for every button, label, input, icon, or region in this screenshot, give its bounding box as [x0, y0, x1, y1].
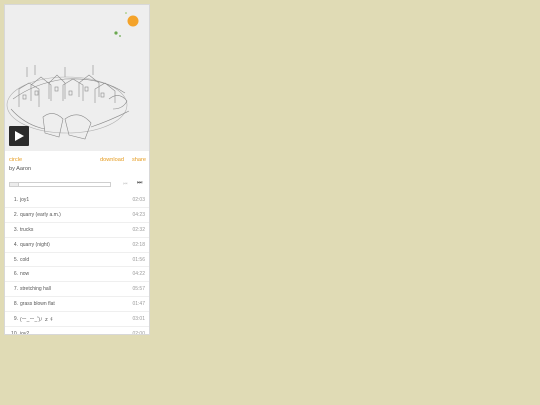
- track-num: 7.: [13, 286, 18, 293]
- track-name: (ー_ー_ ゚)ﾉ ｚ ｷ: [20, 317, 53, 324]
- track-dur: 02:03: [132, 197, 145, 203]
- track-num: 9.: [13, 316, 18, 323]
- track-row[interactable]: 10. joy2 02:00: [5, 327, 149, 335]
- play-button[interactable]: [9, 126, 29, 146]
- track-row[interactable]: 7. stretching hall 05:57: [5, 282, 149, 298]
- track-num: 3.: [13, 226, 18, 233]
- track-name: now: [20, 271, 30, 278]
- track-num: 4.: [13, 241, 18, 248]
- track-row[interactable]: 6. now 04:22: [5, 267, 149, 283]
- track-row[interactable]: 8. grass blown flat 01:47: [5, 297, 149, 313]
- artist-name: by Aaron: [9, 166, 32, 172]
- track-dur: 05:57: [132, 286, 145, 293]
- play-icon: [15, 131, 24, 141]
- track-dur: 04:23: [132, 211, 145, 218]
- track-row[interactable]: 5. cold 01:56: [5, 253, 149, 268]
- download-link[interactable]: download: [100, 157, 124, 163]
- track-dur: 03:01: [132, 316, 145, 323]
- track-name: quarry (early a.m.): [20, 211, 61, 218]
- music-player-widget: circle download share by Aaron ⏮ ⏭ 1. joy…: [4, 4, 150, 335]
- track-num: 10.: [11, 331, 18, 335]
- track-name: stretching hall: [20, 286, 51, 293]
- track-dur: 01:56: [132, 256, 145, 263]
- track-dur: 02:32: [132, 226, 145, 233]
- track-num: 2.: [13, 211, 18, 218]
- track-row[interactable]: 9. (ー_ー_ ゚)ﾉ ｚ ｷ 03:01: [5, 312, 149, 328]
- track-num: 8.: [13, 301, 18, 308]
- track-dur: 02:00: [132, 331, 145, 335]
- track-row[interactable]: 2. quarry (early a.m.) 04:23: [5, 208, 149, 223]
- progress-bar[interactable]: [9, 182, 111, 187]
- track-name: grass blown flat: [20, 301, 55, 308]
- track-list: 1. joy1 02:03 2. quarry (early a.m.) 04:23 3. t…: [5, 193, 149, 335]
- track-dur: 02:18: [132, 241, 145, 248]
- prev-track-icon[interactable]: ⏮: [123, 181, 128, 187]
- track-name: cold: [20, 256, 30, 263]
- album-art: [5, 5, 149, 151]
- track-dur: 01:47: [132, 301, 145, 308]
- progress-thumb[interactable]: [10, 183, 19, 186]
- album-title-link[interactable]: circle: [9, 157, 22, 163]
- share-link[interactable]: share: [132, 157, 146, 163]
- track-num: 1.: [13, 197, 18, 203]
- track-row[interactable]: 4. quarry (night) 02:18: [5, 238, 149, 253]
- track-num: 6.: [13, 271, 18, 278]
- track-name: quarry (night): [20, 241, 50, 248]
- track-name: trucks: [20, 226, 34, 233]
- track-num: 5.: [13, 256, 18, 263]
- track-name: joy1: [20, 197, 30, 203]
- track-dur: 04:22: [132, 271, 145, 278]
- track-row[interactable]: 3. trucks 02:32: [5, 223, 149, 238]
- track-row[interactable]: 1. joy1 02:03: [5, 193, 149, 208]
- track-name: joy2: [20, 331, 30, 335]
- next-track-icon[interactable]: ⏭: [137, 180, 142, 187]
